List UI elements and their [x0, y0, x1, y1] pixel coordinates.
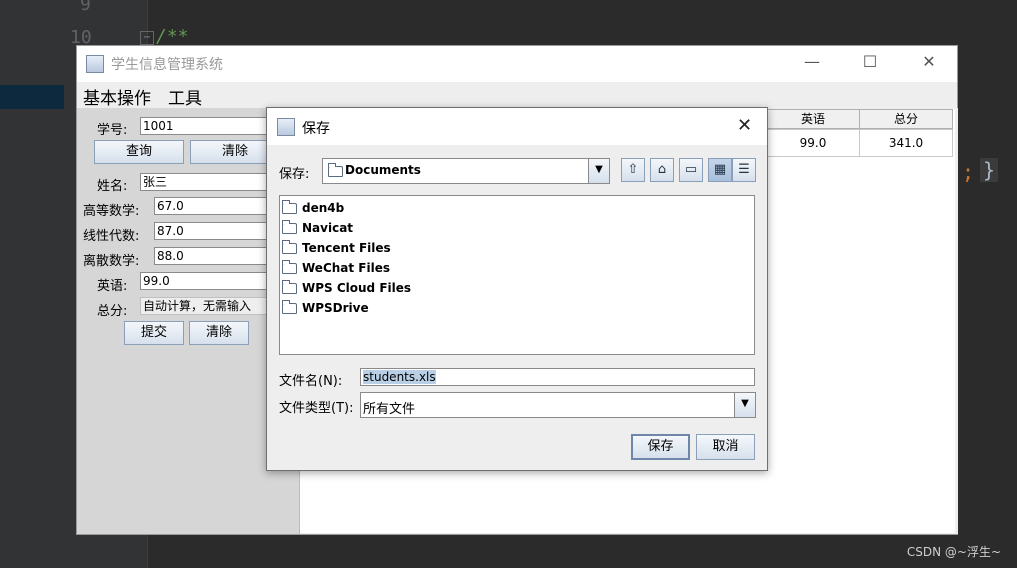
close-button[interactable]: ✕ [906, 52, 952, 71]
english-field[interactable]: 99.0 [140, 272, 280, 290]
folder-icon [282, 279, 297, 294]
folder-icon [282, 299, 297, 314]
save-dialog-titlebar: 保存 ✕ [267, 108, 767, 145]
math-label: 高等数学: [83, 204, 140, 219]
save-in-combo[interactable]: Documents ▼ [322, 158, 610, 184]
save-button[interactable]: 保存 [631, 434, 690, 460]
folder-icon [282, 259, 297, 274]
save-dialog-title: 保存 [302, 121, 330, 137]
up-folder-icon[interactable]: ⇧ [621, 158, 645, 182]
maximize-button[interactable]: ☐ [847, 52, 893, 71]
discrete-math-label: 离散数学: [83, 254, 140, 269]
folder-icon [282, 239, 297, 254]
list-item[interactable]: WeChat Files [282, 258, 390, 278]
table-header-total[interactable]: 总分 [859, 109, 953, 129]
dialog-close-icon[interactable]: ✕ [737, 115, 752, 136]
home-icon[interactable]: ⌂ [650, 158, 674, 182]
menu-bar: 基本操作 工具 [77, 82, 957, 109]
filename-input[interactable]: students.xls [360, 368, 755, 386]
name-field[interactable]: 张三 [140, 173, 280, 191]
watermark: CSDN @~浮生~ [906, 545, 1001, 559]
folder-icon [282, 219, 297, 234]
details-view-icon[interactable]: ☰ [732, 158, 756, 182]
table-cell[interactable]: 341.0 [859, 129, 953, 157]
submit-button[interactable]: 提交 [124, 321, 184, 345]
student-id-label: 学号: [97, 123, 128, 138]
linear-algebra-label: 线性代数: [83, 229, 140, 244]
list-item[interactable]: WPS Cloud Files [282, 278, 411, 298]
menu-tools[interactable]: 工具 [168, 84, 202, 109]
chevron-down-icon[interactable]: ▼ [734, 393, 755, 417]
filename-value: students.xls [363, 370, 436, 384]
filetype-combo[interactable]: 所有文件 ▼ [360, 392, 756, 418]
main-window-title: 学生信息管理系统 [111, 57, 223, 73]
code-semicolon: ; [962, 160, 975, 184]
table-header-english[interactable]: 英语 [766, 109, 860, 129]
code-comment: /** [156, 26, 189, 47]
main-titlebar: 学生信息管理系统 — ☐ ✕ [77, 46, 957, 82]
total-field: 自动计算，无需输入 [140, 297, 280, 315]
student-id-field[interactable]: 1001 [140, 117, 280, 135]
list-item[interactable]: Tencent Files [282, 238, 391, 258]
folder-icon [328, 163, 343, 177]
table-cell[interactable]: 99.0 [766, 129, 860, 157]
list-view-icon[interactable]: ▦ [708, 158, 732, 182]
minimize-button[interactable]: — [789, 52, 835, 71]
list-item[interactable]: Navicat [282, 218, 353, 238]
save-in-value: Documents [345, 163, 421, 177]
list-item[interactable]: den4b [282, 198, 344, 218]
total-label: 总分: [97, 304, 128, 319]
save-dialog: 保存 ✕ 保存: Documents ▼ ⇧ ⌂ ▭ ▦ ☰ den4b Nav… [266, 107, 768, 471]
code-brace: } [980, 158, 999, 182]
line-number: 9 [80, 0, 91, 15]
new-folder-icon[interactable]: ▭ [679, 158, 703, 182]
file-list[interactable]: den4b Navicat Tencent Files WeChat Files… [279, 195, 755, 355]
menu-basic-operations[interactable]: 基本操作 [83, 84, 151, 109]
filetype-label: 文件类型(T): [279, 401, 354, 416]
list-item[interactable]: WPSDrive [282, 298, 369, 318]
java-app-icon [277, 118, 295, 136]
query-button[interactable]: 查询 [94, 140, 184, 164]
math-score-field[interactable]: 67.0 [154, 197, 280, 215]
save-in-label: 保存: [279, 167, 310, 182]
filetype-value: 所有文件 [363, 402, 416, 417]
java-app-icon [86, 55, 104, 73]
linear-algebra-field[interactable]: 87.0 [154, 222, 280, 240]
discrete-math-field[interactable]: 88.0 [154, 247, 280, 265]
fold-icon[interactable]: − [140, 31, 154, 45]
name-label: 姓名: [97, 179, 128, 194]
filename-label: 文件名(N): [279, 374, 343, 389]
cancel-button[interactable]: 取消 [696, 434, 755, 460]
clear-bottom-button[interactable]: 清除 [189, 321, 249, 345]
chevron-down-icon[interactable]: ▼ [588, 159, 609, 183]
folder-icon [282, 199, 297, 214]
ide-line-highlight [0, 85, 64, 109]
english-label: 英语: [97, 279, 128, 294]
